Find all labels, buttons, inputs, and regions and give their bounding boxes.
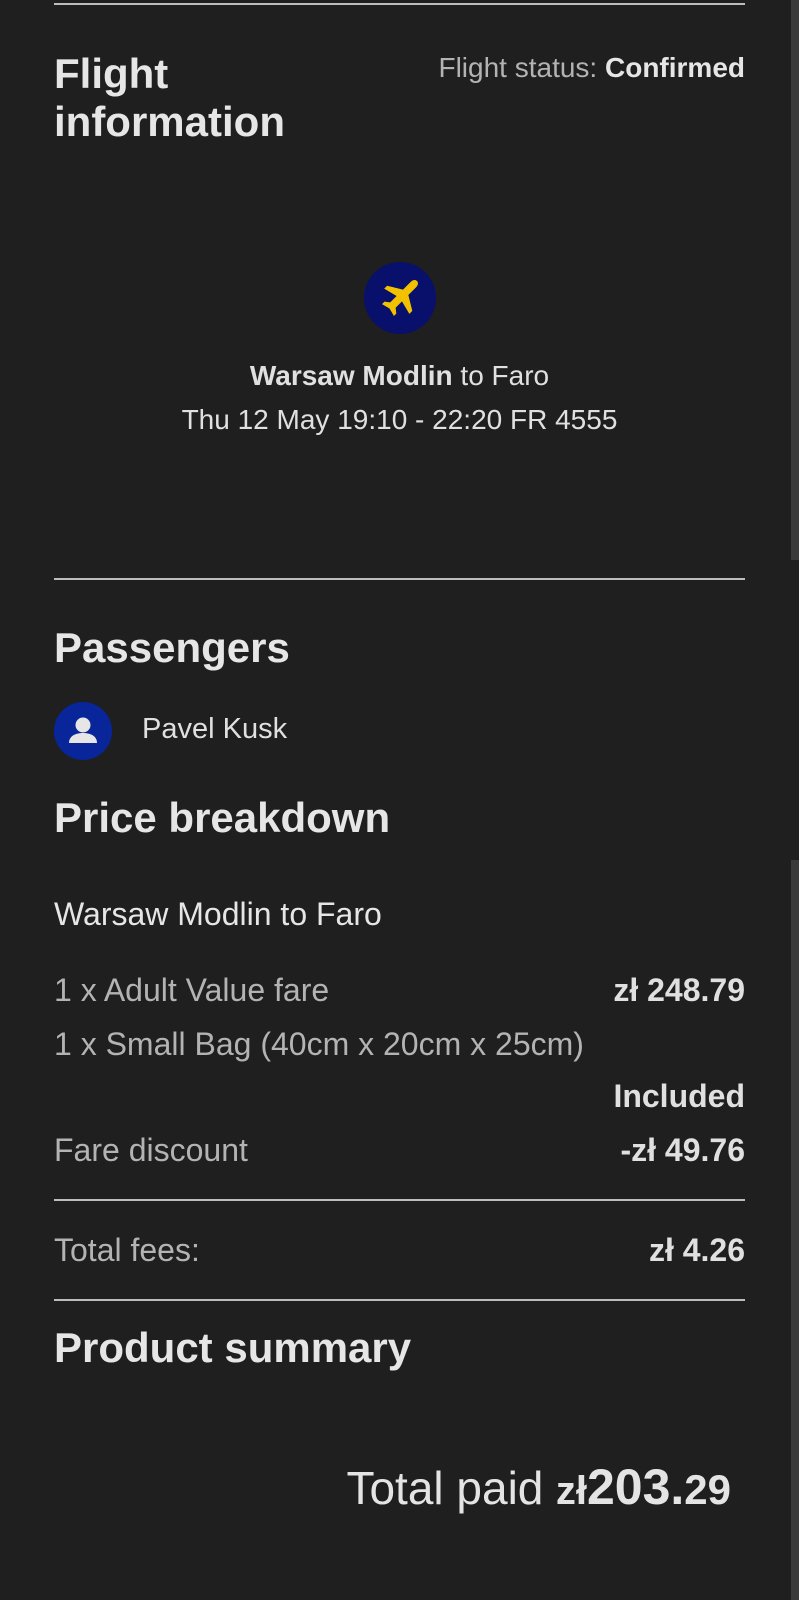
scrollbar-lower[interactable] (791, 860, 799, 1600)
price-item-label: Fare discount (54, 1132, 248, 1168)
price-item-label: 1 x Adult Value fare (54, 972, 330, 1008)
top-divider (54, 3, 745, 5)
total-fees-label: Total fees: (54, 1232, 200, 1268)
total-fees-value: zł 4.26 (648, 1232, 745, 1268)
total-paid-label: Total paid (346, 1462, 544, 1514)
price-route: Warsaw Modlin to Faro (54, 896, 382, 932)
price-item-value: -zł 49.76 (620, 1132, 745, 1168)
fees-divider (54, 1299, 745, 1301)
total-paid-currency: zł (555, 1469, 587, 1513)
flight-route-destination: to Faro (460, 360, 550, 391)
flight-schedule: Thu 12 May 19:10 - 22:20 FR 4555 (181, 404, 618, 435)
price-breakdown-title: Price breakdown (54, 794, 391, 841)
flight-divider (54, 578, 745, 580)
airplane-icon (364, 262, 436, 334)
price-divider (54, 1199, 745, 1201)
product-summary-title: Product summary (54, 1324, 412, 1371)
booking-details: Flight information Flight status: Confir… (54, 0, 745, 1600)
flight-status-label: Flight status: (438, 52, 598, 83)
flight-status: Flight status: Confirmed (438, 52, 745, 84)
flight-route: Warsaw Modlin to Faro (54, 360, 745, 392)
passengers-title: Passengers (54, 624, 290, 671)
price-item-label: 1 x Small Bag (40cm x 20cm x 25cm) (54, 1026, 584, 1062)
flight-information-title: Flight information (54, 50, 285, 145)
scrollbar-upper[interactable] (791, 0, 799, 560)
total-paid: Total paid zł203.29 (346, 1458, 731, 1516)
flight-route-origin: Warsaw Modlin (249, 360, 453, 391)
total-paid-cents: 29 (684, 1466, 731, 1513)
flight-status-value: Confirmed (605, 52, 745, 83)
price-item-value: Included (613, 1078, 745, 1114)
passenger-name: Pavel Kusk (142, 713, 288, 745)
person-icon (54, 702, 112, 760)
price-item-value: zł 248.79 (613, 972, 745, 1008)
total-paid-amount: 203. (586, 1459, 685, 1515)
